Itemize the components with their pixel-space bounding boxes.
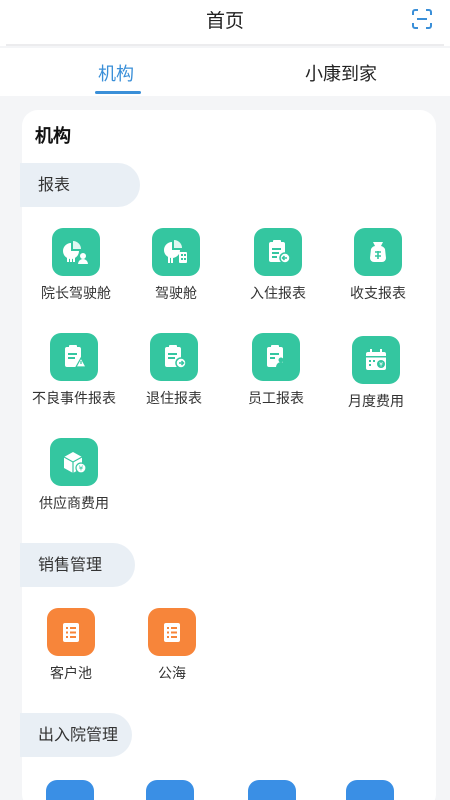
public-pool-icon xyxy=(148,608,196,656)
item-label: 供应商费用 xyxy=(39,496,109,512)
item-label: 员工报表 xyxy=(248,391,304,407)
item-check-out-report[interactable]: 退住报表 xyxy=(124,333,224,408)
tab-institution[interactable]: 机构 xyxy=(98,60,134,86)
list-icon xyxy=(346,780,394,800)
admission-icon xyxy=(46,780,94,800)
info-icon xyxy=(248,780,296,800)
dashboard-user-icon xyxy=(52,228,100,276)
item-label: 不良事件报表 xyxy=(32,391,116,407)
customer-pool-icon xyxy=(47,608,95,656)
check-in-report-icon xyxy=(254,228,302,276)
item-customer-pool[interactable]: 客户池 xyxy=(21,608,121,683)
item-cockpit[interactable]: 驾驶舱 xyxy=(126,228,226,303)
check-out-report-icon xyxy=(150,333,198,381)
item-label: 退住报表 xyxy=(146,391,202,407)
item-label: 客户池 xyxy=(50,666,92,682)
incident-report-icon xyxy=(50,333,98,381)
section-sales: 销售管理 xyxy=(20,543,135,587)
card-title: 机构 xyxy=(35,126,71,147)
item-supplier-fee[interactable]: ¥ 供应商费用 xyxy=(24,438,124,513)
svg-text:¥: ¥ xyxy=(79,465,84,473)
item-label: 院长驾驶舱 xyxy=(41,286,111,302)
money-bag-icon xyxy=(354,228,402,276)
scan-icon[interactable] xyxy=(412,9,432,29)
header-divider xyxy=(6,44,444,46)
item-check-in-report[interactable]: 入住报表 xyxy=(228,228,328,303)
page-title: 首页 xyxy=(205,10,244,32)
item-label: 收支报表 xyxy=(350,286,406,302)
institution-card: 机构 报表 院长驾驶舱 驾驶舱 入住报表 收支报表 不良事件报表 退住报表 员工… xyxy=(20,110,436,800)
supplier-fee-icon: ¥ xyxy=(50,438,98,486)
item-label: 入住报表 xyxy=(250,286,306,302)
checklist-icon xyxy=(146,780,194,800)
item-income-expense-report[interactable]: 收支报表 xyxy=(328,228,428,303)
top-bar: 首页 xyxy=(0,0,450,46)
staff-report-icon xyxy=(252,333,300,381)
section-admission: 出入院管理 xyxy=(20,713,132,757)
item-monthly-fee[interactable]: ¥ 月度费用 xyxy=(326,336,426,411)
item-public-pool[interactable]: 公海 xyxy=(122,608,222,683)
item-admission-3[interactable] xyxy=(222,780,322,800)
item-admission-4[interactable] xyxy=(320,780,420,800)
item-label: 驾驶舱 xyxy=(155,286,197,302)
tab-bar: 机构 小康到家 xyxy=(0,48,450,96)
item-incident-report[interactable]: 不良事件报表 xyxy=(24,333,124,408)
item-label: 公海 xyxy=(158,666,186,682)
monthly-fee-icon: ¥ xyxy=(352,336,400,384)
item-admission-2[interactable] xyxy=(120,780,220,800)
tab-home-care[interactable]: 小康到家 xyxy=(305,60,377,86)
item-label: 月度费用 xyxy=(348,394,404,410)
item-staff-report[interactable]: 员工报表 xyxy=(226,333,326,408)
item-admission-1[interactable] xyxy=(20,780,120,800)
active-tab-indicator xyxy=(95,91,141,94)
section-reports: 报表 xyxy=(20,163,140,207)
item-director-cockpit[interactable]: 院长驾驶舱 xyxy=(26,228,126,303)
dashboard-icon xyxy=(152,228,200,276)
svg-text:¥: ¥ xyxy=(379,362,383,369)
